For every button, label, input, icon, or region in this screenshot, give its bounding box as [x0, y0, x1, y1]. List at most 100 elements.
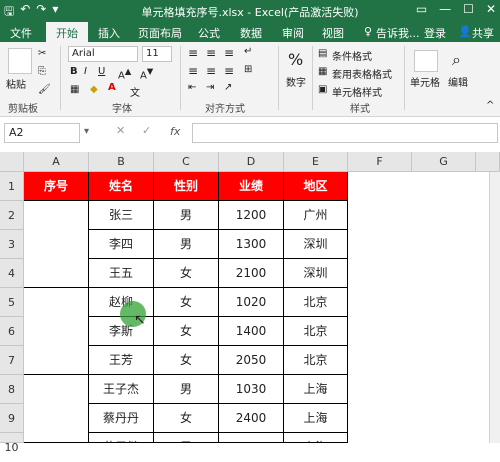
tab-review[interactable]: 审阅	[282, 25, 304, 41]
minimize-icon[interactable]: —	[439, 2, 451, 16]
conditional-format-icon[interactable]: ▤	[318, 48, 327, 59]
table-cell[interactable]: 男	[154, 230, 219, 259]
bold-icon[interactable]: B	[70, 66, 78, 77]
column-header-a[interactable]: A	[24, 152, 89, 172]
login-link[interactable]: 登录	[424, 25, 446, 41]
table-cell[interactable]: 女	[154, 259, 219, 288]
table-cell[interactable]: 北京	[284, 317, 348, 346]
wrap-text-icon[interactable]: ↵	[244, 46, 252, 57]
row-header-7[interactable]: 7	[0, 346, 24, 375]
table-cell[interactable]: 上海	[284, 433, 348, 443]
tab-file[interactable]: 文件	[10, 25, 32, 41]
align-center-icon[interactable]: ≡	[206, 64, 216, 78]
copy-icon[interactable]: ⎘	[38, 66, 46, 77]
increase-font-icon[interactable]: A▲	[118, 66, 131, 81]
row-header-5[interactable]: 5	[0, 288, 24, 317]
insert-function-icon[interactable]: fx	[170, 125, 180, 138]
row-header-10[interactable]: 10	[0, 433, 24, 454]
italic-icon[interactable]: I	[84, 66, 87, 77]
decrease-font-icon[interactable]: A▼	[140, 66, 153, 81]
table-cell[interactable]: 张三	[89, 201, 154, 230]
cell-style-button[interactable]: 单元格样式	[332, 84, 382, 99]
table-cell[interactable]: 2400	[219, 404, 284, 433]
font-color-icon[interactable]: A	[108, 82, 116, 93]
orientation-icon[interactable]: ↗	[224, 82, 232, 93]
name-box[interactable]: A2	[4, 123, 80, 143]
fill-color-icon[interactable]: ◆	[90, 84, 98, 95]
phonetic-icon[interactable]: 文	[130, 84, 140, 99]
table-cell[interactable]: 女	[154, 288, 219, 317]
table-cell[interactable]: 2100	[219, 259, 284, 288]
table-format-button[interactable]: 套用表格格式	[332, 66, 392, 81]
percent-icon[interactable]: %	[288, 50, 303, 69]
table-cell[interactable]: 1400	[219, 317, 284, 346]
row-header-9[interactable]: 9	[0, 404, 24, 433]
table-cell[interactable]: 北京	[284, 346, 348, 375]
chevron-down-icon[interactable]: ▾	[84, 126, 89, 137]
formula-input[interactable]	[192, 123, 498, 143]
tab-page-layout[interactable]: 页面布局	[138, 25, 182, 41]
format-painter-icon[interactable]: 🖌	[38, 84, 51, 95]
merged-cell-a8[interactable]	[24, 375, 89, 443]
tell-me-box[interactable]: 告诉我...	[376, 25, 420, 41]
align-bottom-icon[interactable]: ≡	[224, 46, 234, 60]
align-left-icon[interactable]: ≡	[188, 64, 198, 78]
font-size-select[interactable]: 11	[142, 46, 172, 62]
table-cell[interactable]: 1030	[219, 375, 284, 404]
maximize-icon[interactable]: ☐	[463, 2, 474, 16]
row-header-4[interactable]: 4	[0, 259, 24, 288]
table-cell[interactable]: 李四	[89, 230, 154, 259]
table-cell[interactable]: 深圳	[284, 230, 348, 259]
table-format-icon[interactable]: ▦	[318, 66, 327, 77]
table-cell[interactable]: 男	[154, 201, 219, 230]
row-header-8[interactable]: 8	[0, 375, 24, 404]
table-cell[interactable]: 蔡丹丹	[89, 404, 154, 433]
edit-button[interactable]: 编辑	[448, 74, 468, 89]
border-icon[interactable]: ▦	[70, 84, 79, 95]
cut-icon[interactable]: ✂	[38, 48, 46, 59]
table-cell[interactable]: 上海	[284, 404, 348, 433]
tab-data[interactable]: 数据	[240, 25, 262, 41]
align-right-icon[interactable]: ≡	[224, 64, 234, 78]
table-cell[interactable]: 女	[154, 317, 219, 346]
row-header-6[interactable]: 6	[0, 317, 24, 346]
table-cell[interactable]: 王子杰	[89, 375, 154, 404]
table-cell[interactable]: 上海	[284, 375, 348, 404]
table-cell[interactable]: 黄子健	[89, 433, 154, 443]
column-header-b[interactable]: B	[89, 152, 154, 172]
column-header-c[interactable]: C	[154, 152, 219, 172]
collapse-ribbon-icon[interactable]: ^	[486, 100, 494, 111]
number-format-button[interactable]: 数字	[286, 74, 306, 89]
cells-icon[interactable]	[414, 50, 438, 72]
column-header-g[interactable]: G	[412, 152, 476, 172]
font-name-select[interactable]: Arial	[68, 46, 138, 62]
header-cell-region[interactable]: 地区	[284, 172, 348, 201]
paste-button[interactable]: 粘贴	[6, 76, 26, 91]
table-cell[interactable]: 王芳	[89, 346, 154, 375]
row-header-1[interactable]: 1	[0, 172, 24, 201]
close-icon[interactable]: ✕	[486, 2, 496, 16]
table-cell[interactable]: 广州	[284, 201, 348, 230]
table-cell[interactable]: 女	[154, 404, 219, 433]
header-cell-sales[interactable]: 业绩	[219, 172, 284, 201]
align-middle-icon[interactable]: ≡	[206, 46, 216, 60]
cancel-icon[interactable]: ✕	[116, 124, 125, 137]
align-top-icon[interactable]: ≡	[188, 46, 198, 60]
table-cell[interactable]: 北京	[284, 288, 348, 317]
decrease-indent-icon[interactable]: ⇤	[188, 82, 196, 93]
header-cell-serial[interactable]: 序号	[24, 172, 89, 201]
tab-home[interactable]: 开始	[46, 22, 88, 42]
increase-indent-icon[interactable]: ⇥	[206, 82, 214, 93]
search-icon[interactable]: ⌕	[452, 50, 461, 70]
table-cell[interactable]: 男	[154, 433, 219, 443]
paste-icon[interactable]	[8, 48, 32, 74]
column-header-f[interactable]: F	[348, 152, 412, 172]
share-button[interactable]: 共享	[472, 25, 494, 41]
underline-icon[interactable]: U	[98, 66, 105, 77]
merged-cell-a2[interactable]	[24, 201, 89, 288]
table-cell[interactable]: 女	[154, 346, 219, 375]
vertical-scrollbar[interactable]	[489, 172, 500, 443]
enter-icon[interactable]: ✓	[142, 124, 151, 137]
merge-center-icon[interactable]: ⊞	[244, 64, 252, 75]
merged-cell-a5[interactable]	[24, 288, 89, 375]
